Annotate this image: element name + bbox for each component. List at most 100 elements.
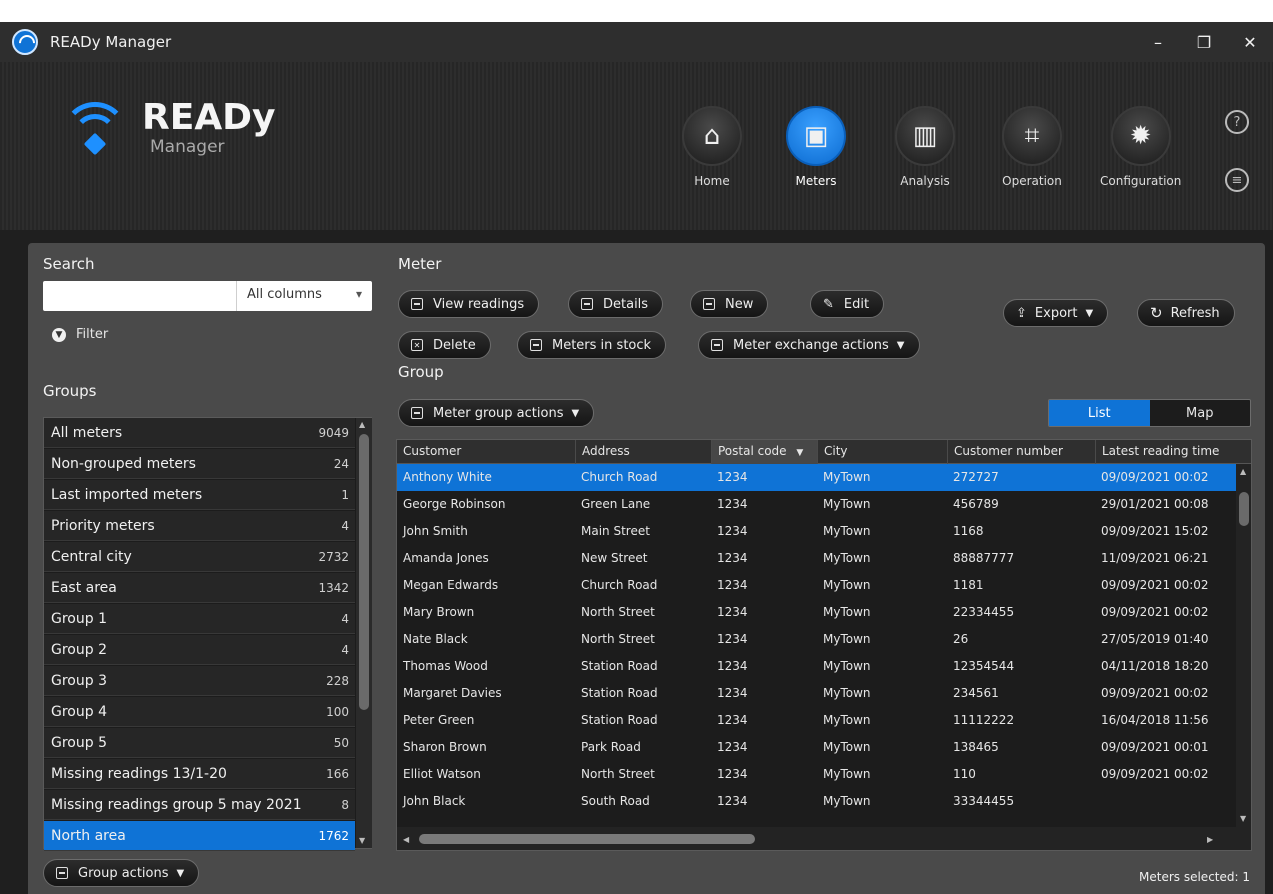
table-row[interactable]: Amanda Jones New Street 1234 MyTown 88887777… [397, 545, 1236, 572]
minimize-button[interactable]: – [1135, 22, 1181, 62]
group-item[interactable]: Group 4 100 [44, 697, 355, 727]
new-button[interactable]: New [690, 290, 769, 318]
group-item[interactable]: Group 5 50 [44, 728, 355, 758]
table-horizontal-scrollbar[interactable]: ◀ ▶ [397, 827, 1251, 850]
table-row-selected[interactable]: Anthony White Church Road 1234 MyTown 272727… [397, 464, 1236, 491]
nav-configuration[interactable]: ✹ Configuration [1100, 106, 1181, 188]
view-readings-button[interactable]: View readings [398, 290, 540, 318]
refresh-button[interactable]: ↻ Refresh [1137, 299, 1235, 327]
scroll-up-icon[interactable]: ▲ [359, 420, 365, 429]
table-header: Customer Address Postal code ▼ City Cust… [397, 440, 1251, 464]
scroll-up-icon[interactable]: ▲ [1240, 467, 1246, 476]
scrollbar-thumb[interactable] [1239, 492, 1249, 526]
details-button[interactable]: Details [568, 290, 664, 318]
chevron-down-icon: ▼ [176, 867, 185, 879]
nav-home[interactable]: ⌂ Home [682, 106, 742, 188]
table-row[interactable]: John Black South Road 1234 MyTown 33344455 [397, 788, 1236, 815]
scroll-down-icon[interactable]: ▼ [359, 836, 365, 845]
cell-customer: Peter Green [403, 713, 475, 727]
notes-icon[interactable]: ≡ [1225, 168, 1249, 192]
delete-icon: ✕ [411, 339, 423, 351]
cell-city: MyTown [823, 605, 871, 619]
group-item[interactable]: Group 3 228 [44, 666, 355, 696]
chevron-down-icon: ▼ [1085, 307, 1094, 319]
cell-postal-code: 1234 [717, 794, 748, 808]
main-panel: Search All columns ▼ Filter Groups All m… [28, 243, 1265, 894]
restore-button[interactable]: ❐ [1181, 22, 1227, 62]
group-item-selected[interactable]: North area 1762 [44, 821, 355, 851]
table-row[interactable]: Nate Black North Street 1234 MyTown 26 27/05/… [397, 626, 1236, 653]
cell-city: MyTown [823, 686, 871, 700]
column-header-postal-code[interactable]: Postal code ▼ [711, 440, 817, 464]
table-vertical-scrollbar[interactable]: ▲ ▼ [1236, 464, 1251, 827]
group-actions-button[interactable]: Group actions ▼ [43, 859, 200, 887]
map-view-tab[interactable]: Map [1149, 400, 1250, 426]
meters-in-stock-button[interactable]: Meters in stock [517, 331, 667, 359]
column-header-city[interactable]: City [817, 440, 947, 464]
cell-city: MyTown [823, 497, 871, 511]
group-item[interactable]: Last imported meters 1 [44, 480, 355, 510]
nav-configuration-label: Configuration [1100, 174, 1182, 188]
table-row[interactable]: John Smith Main Street 1234 MyTown 1168 09/09… [397, 518, 1236, 545]
group-item[interactable]: Group 24 [44, 635, 355, 665]
delete-button[interactable]: ✕ Delete [398, 331, 491, 359]
scroll-left-icon[interactable]: ◀ [403, 835, 409, 844]
table-row[interactable]: Sharon Brown Park Road 1234 MyTown 138465 09/… [397, 734, 1236, 761]
table-row[interactable]: George Robinson Green Lane 1234 MyTown 45678… [397, 491, 1236, 518]
scrollbar-thumb[interactable] [419, 834, 755, 844]
nav-operation[interactable]: ⌗ Operation [1002, 106, 1062, 188]
cell-customer: Megan Edwards [403, 578, 499, 592]
table-row[interactable]: Mary Brown North Street 1234 MyTown 22334455… [397, 599, 1236, 626]
group-item[interactable]: East area 1342 [44, 573, 355, 603]
cell-postal-code: 1234 [717, 524, 748, 538]
column-header-latest-reading-time[interactable]: Latest reading time [1095, 440, 1251, 464]
table-row[interactable]: Thomas Wood Station Road 1234 MyTown 1235454… [397, 653, 1236, 680]
cell-latest-reading-time: 09/09/2021 00:01 [1101, 740, 1209, 754]
search-input[interactable] [43, 281, 237, 311]
scroll-down-icon[interactable]: ▼ [1240, 814, 1246, 823]
group-item[interactable]: Central city 2732 [44, 542, 355, 572]
cell-address: Church Road [581, 470, 658, 484]
nav-home-label: Home [694, 174, 730, 188]
cell-postal-code: 1234 [717, 659, 748, 673]
list-view-tab[interactable]: List [1049, 400, 1150, 426]
app-header: READy Manager ⌂ Home ▣ Meters ▥ Analysis… [0, 62, 1273, 230]
new-icon [703, 298, 715, 310]
cell-address: Park Road [581, 740, 641, 754]
groups-scrollbar[interactable]: ▲ ▼ [356, 418, 372, 848]
column-header-customer-number[interactable]: Customer number [947, 440, 1095, 464]
cell-postal-code: 1234 [717, 740, 748, 754]
search-column-select[interactable]: All columns [237, 281, 372, 311]
group-item[interactable]: Missing readings group 5 may 2021 8 [44, 790, 355, 820]
cell-customer-number: 110 [953, 767, 976, 781]
table-row[interactable]: Elliot Watson North Street 1234 MyTown 110 09… [397, 761, 1236, 788]
app-window: READy Manager – ❐ ✕ READy Manager ⌂ Home… [0, 0, 1273, 894]
cell-latest-reading-time: 09/09/2021 00:02 [1101, 767, 1209, 781]
nav-analysis[interactable]: ▥ Analysis [895, 106, 955, 188]
export-button[interactable]: ⇪ Export ▼ [1003, 299, 1109, 327]
meter-exchange-actions-button[interactable]: Meter exchange actions ▼ [698, 331, 920, 359]
cell-address: Station Road [581, 686, 658, 700]
group-item[interactable]: Missing readings 13/1-20 166 [44, 759, 355, 789]
column-header-address[interactable]: Address [575, 440, 711, 464]
close-button[interactable]: ✕ [1227, 22, 1273, 62]
nav-meters-label: Meters [795, 174, 837, 188]
scrollbar-thumb[interactable] [359, 434, 369, 710]
scroll-right-icon[interactable]: ▶ [1207, 835, 1213, 844]
help-icon[interactable]: ? [1225, 110, 1249, 134]
nav-meters[interactable]: ▣ Meters [786, 106, 846, 188]
cell-city: MyTown [823, 578, 871, 592]
table-row[interactable]: Megan Edwards Church Road 1234 MyTown 1181 09… [397, 572, 1236, 599]
cell-city: MyTown [823, 659, 871, 673]
edit-button[interactable]: ✎ Edit [810, 290, 885, 318]
cell-latest-reading-time: 11/09/2021 06:21 [1101, 551, 1209, 565]
group-item[interactable]: Non-grouped meters 24 [44, 449, 355, 479]
column-header-customer[interactable]: Customer [397, 440, 575, 464]
filter-toggle[interactable]: ▼ Filter [52, 327, 108, 342]
meter-group-actions-button[interactable]: Meter group actions ▼ [398, 399, 595, 427]
group-item[interactable]: All meters 9049 [44, 418, 355, 448]
group-item[interactable]: Priority meters 4 [44, 511, 355, 541]
group-item[interactable]: Group 14 [44, 604, 355, 634]
table-row[interactable]: Margaret Davies Station Road 1234 MyTown 234… [397, 680, 1236, 707]
table-row[interactable]: Peter Green Station Road 1234 MyTown 1111222… [397, 707, 1236, 734]
